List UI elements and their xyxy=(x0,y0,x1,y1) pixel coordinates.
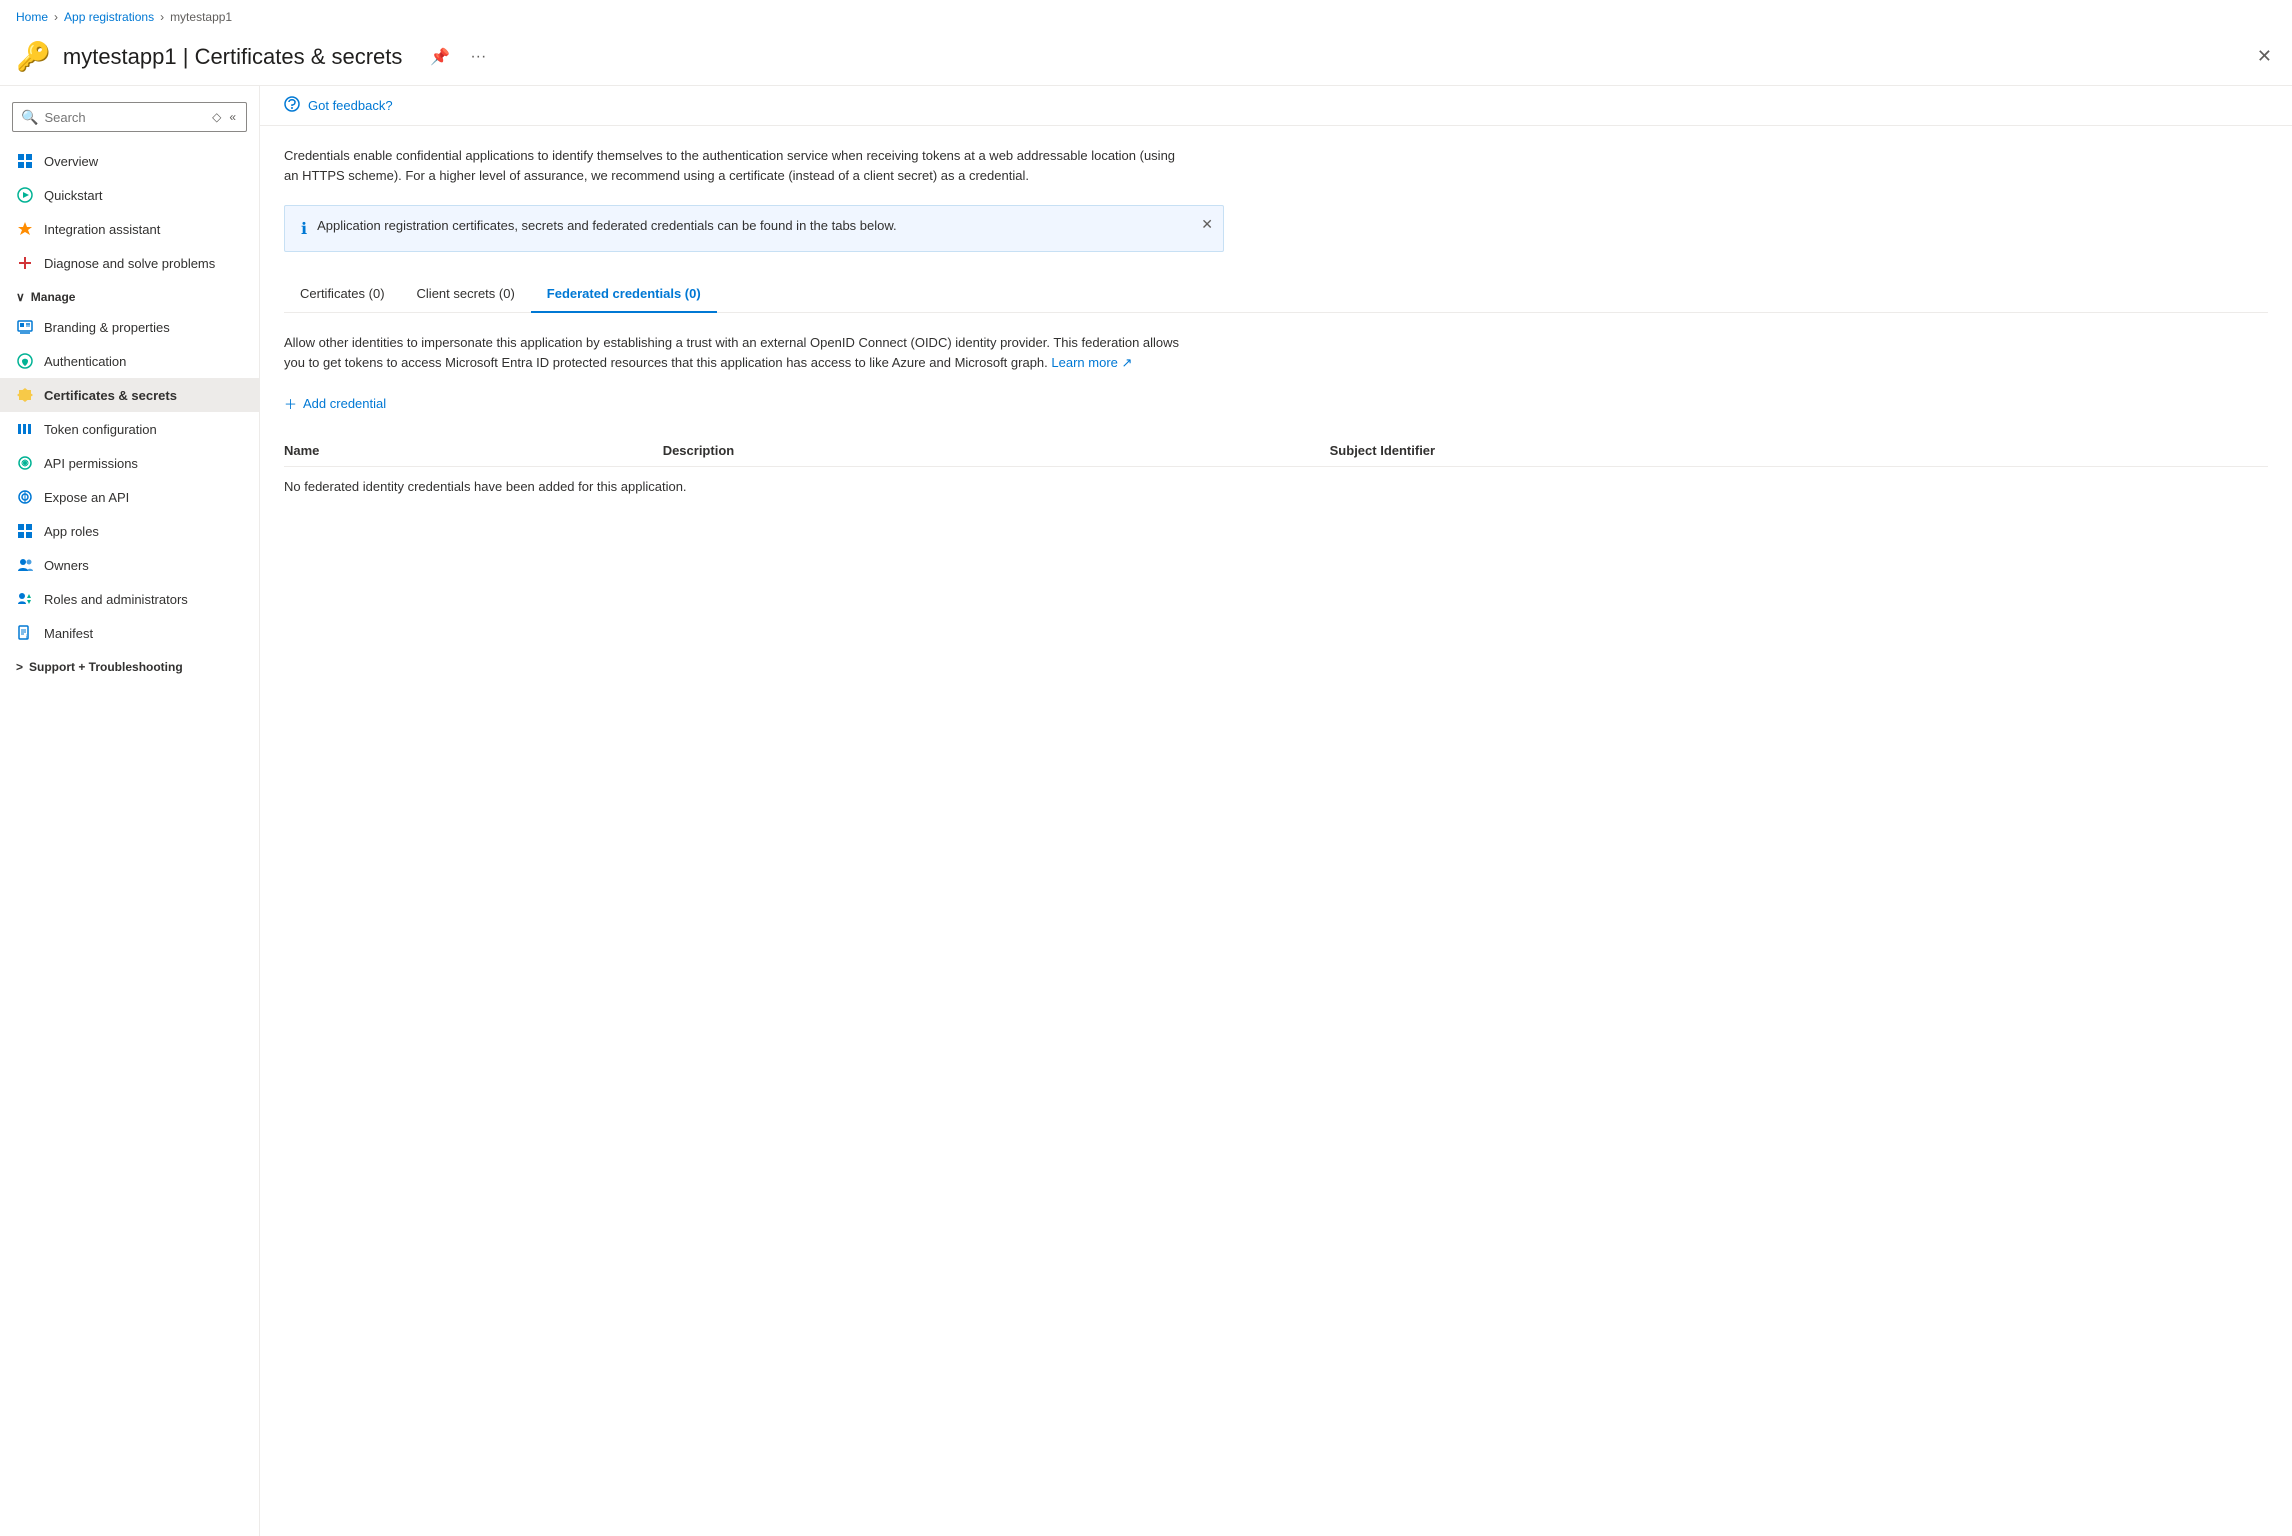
sidebar-item-expose-api[interactable]: Expose an API xyxy=(0,480,259,514)
app-roles-icon xyxy=(16,522,34,540)
overview-icon xyxy=(16,152,34,170)
tab-certificates[interactable]: Certificates (0) xyxy=(284,276,401,313)
sidebar-item-manifest-label: Manifest xyxy=(44,626,93,641)
sidebar-item-token[interactable]: Token configuration xyxy=(0,412,259,446)
main-container: 🔍 ◇ « Overview xyxy=(0,86,2292,1536)
sidebar-item-token-label: Token configuration xyxy=(44,422,157,437)
branding-icon xyxy=(16,318,34,336)
content-area: Got feedback? Credentials enable confide… xyxy=(260,86,2292,1536)
search-controls: ◇ « xyxy=(210,108,238,126)
sidebar-item-app-roles-label: App roles xyxy=(44,524,99,539)
manifest-icon: i xyxy=(16,624,34,642)
sidebar-item-integration-label: Integration assistant xyxy=(44,222,160,237)
sidebar-item-app-roles[interactable]: App roles xyxy=(0,514,259,548)
sidebar-item-quickstart[interactable]: Quickstart xyxy=(0,178,259,212)
sidebar: 🔍 ◇ « Overview xyxy=(0,86,260,1536)
sidebar-item-api-permissions[interactable]: API permissions xyxy=(0,446,259,480)
page-title-actions: 📌 ··· xyxy=(426,43,490,71)
more-button[interactable]: ··· xyxy=(466,44,490,70)
page-header-left: 🔑 mytestapp1 | Certificates & secrets 📌 … xyxy=(16,40,490,73)
sidebar-item-branding-label: Branding & properties xyxy=(44,320,170,335)
sidebar-item-api-permissions-label: API permissions xyxy=(44,456,138,471)
support-section-label: Support + Troubleshooting xyxy=(29,660,183,674)
sidebar-item-manifest[interactable]: i Manifest xyxy=(0,616,259,650)
feedback-icon xyxy=(284,96,300,115)
svg-text:i: i xyxy=(26,635,27,641)
sidebar-item-roles-admin-label: Roles and administrators xyxy=(44,592,188,607)
sidebar-item-authentication-label: Authentication xyxy=(44,354,126,369)
federated-description: Allow other identities to impersonate th… xyxy=(284,333,1184,372)
search-input[interactable] xyxy=(44,110,204,125)
expose-api-icon xyxy=(16,488,34,506)
sidebar-item-integration[interactable]: Integration assistant xyxy=(0,212,259,246)
sidebar-item-expose-api-label: Expose an API xyxy=(44,490,129,505)
info-icon: ℹ xyxy=(301,219,307,239)
credentials-table: Name Description Subject Identifier No f… xyxy=(284,435,2268,506)
description-text: Credentials enable confidential applicat… xyxy=(284,146,1184,185)
sidebar-item-diagnose-label: Diagnose and solve problems xyxy=(44,256,215,271)
manage-collapse-icon: ∨ xyxy=(16,290,25,304)
add-icon: ＋ xyxy=(284,394,297,413)
feedback-text: Got feedback? xyxy=(308,98,393,113)
api-permissions-icon xyxy=(16,454,34,472)
manage-section-header[interactable]: ∨ Manage xyxy=(0,280,259,310)
support-section-header[interactable]: > Support + Troubleshooting xyxy=(0,650,259,680)
page-header: 🔑 mytestapp1 | Certificates & secrets 📌 … xyxy=(0,34,2292,86)
close-button[interactable]: ✕ xyxy=(2253,42,2276,71)
sidebar-item-overview-label: Overview xyxy=(44,154,98,169)
tab-federated-credentials[interactable]: Federated credentials (0) xyxy=(531,276,717,313)
owners-icon xyxy=(16,556,34,574)
app-icon: 🔑 xyxy=(16,40,51,73)
tab-client-secrets[interactable]: Client secrets (0) xyxy=(401,276,531,313)
search-filter-btn[interactable]: ◇ xyxy=(210,108,223,126)
page-title: mytestapp1 | Certificates & secrets xyxy=(63,44,403,70)
tabs-container: Certificates (0) Client secrets (0) Fede… xyxy=(284,276,2268,313)
sidebar-item-branding[interactable]: Branding & properties xyxy=(0,310,259,344)
sidebar-item-owners[interactable]: Owners xyxy=(0,548,259,582)
sidebar-item-diagnose[interactable]: Diagnose and solve problems xyxy=(0,246,259,280)
table-header-row: Name Description Subject Identifier xyxy=(284,435,2268,467)
col-description: Description xyxy=(663,435,1330,467)
search-box[interactable]: 🔍 ◇ « xyxy=(12,102,247,132)
breadcrumb: Home › App registrations › mytestapp1 xyxy=(0,0,2292,34)
support-expand-icon: > xyxy=(16,660,23,674)
auth-icon xyxy=(16,352,34,370)
token-icon xyxy=(16,420,34,438)
pin-button[interactable]: 📌 xyxy=(426,43,454,71)
roles-admin-icon xyxy=(16,590,34,608)
col-name: Name xyxy=(284,435,663,467)
search-icon: 🔍 xyxy=(21,109,38,126)
content-body: Credentials enable confidential applicat… xyxy=(260,126,2292,526)
search-collapse-btn[interactable]: « xyxy=(227,108,238,126)
sidebar-item-overview[interactable]: Overview xyxy=(0,144,259,178)
feedback-bar[interactable]: Got feedback? xyxy=(260,86,2292,126)
sidebar-item-roles-admin[interactable]: Roles and administrators xyxy=(0,582,259,616)
info-banner-text: Application registration certificates, s… xyxy=(317,218,1207,233)
quickstart-icon xyxy=(16,186,34,204)
learn-more-link[interactable]: Learn more ↗ xyxy=(1051,355,1132,370)
sidebar-item-authentication[interactable]: Authentication xyxy=(0,344,259,378)
add-credential-button[interactable]: ＋ Add credential xyxy=(284,388,386,419)
sidebar-item-certificates-label: Certificates & secrets xyxy=(44,388,177,403)
sidebar-item-quickstart-label: Quickstart xyxy=(44,188,103,203)
breadcrumb-app-registrations[interactable]: App registrations xyxy=(64,10,154,24)
sidebar-item-owners-label: Owners xyxy=(44,558,89,573)
info-banner: ℹ Application registration certificates,… xyxy=(284,205,1224,252)
diagnose-icon xyxy=(16,254,34,272)
col-subject-identifier: Subject Identifier xyxy=(1330,435,2268,467)
breadcrumb-current: mytestapp1 xyxy=(170,10,232,24)
cert-icon xyxy=(16,386,34,404)
info-banner-close[interactable]: ✕ xyxy=(1201,216,1213,233)
sidebar-item-certificates[interactable]: Certificates & secrets xyxy=(0,378,259,412)
table-empty-row: No federated identity credentials have b… xyxy=(284,467,2268,507)
empty-message: No federated identity credentials have b… xyxy=(284,467,2268,507)
integration-icon xyxy=(16,220,34,238)
breadcrumb-home[interactable]: Home xyxy=(16,10,48,24)
manage-section-label: Manage xyxy=(31,290,76,304)
